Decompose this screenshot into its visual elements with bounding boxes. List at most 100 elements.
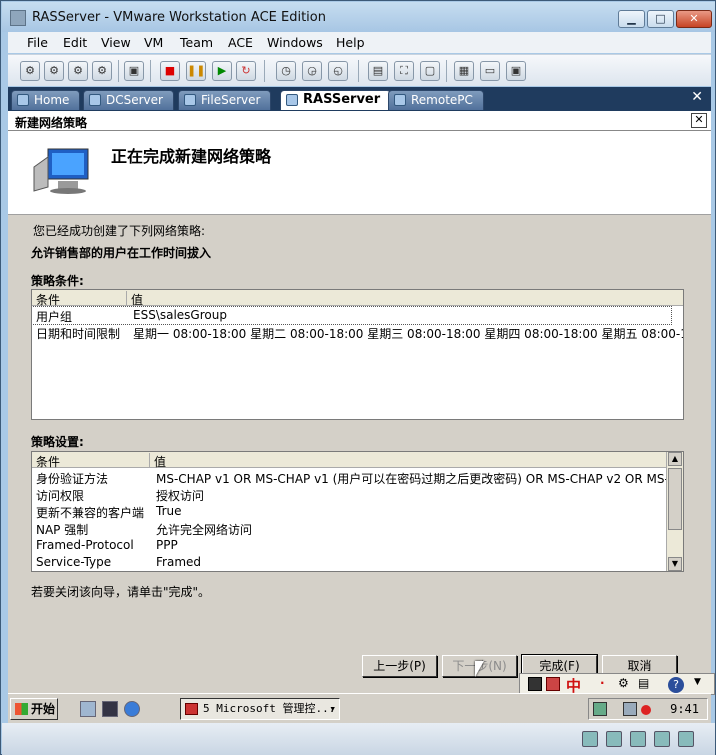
settings-row[interactable]: NAP 强制 允许完全网络访问 — [32, 520, 668, 537]
vm-console[interactable]: 新建网络策略 ✕ 正在完成新建网络策略 您已经成功创建了下列网络策略: 允许销售… — [8, 111, 711, 693]
home-icon — [17, 94, 29, 106]
menu-ace[interactable]: ACE — [228, 35, 253, 50]
sidebar-view-icon[interactable]: ▤ — [368, 61, 388, 81]
close-button[interactable]: ✕ — [676, 10, 712, 28]
settings-col-condition[interactable]: 条件 — [32, 453, 150, 469]
menu-windows[interactable]: Windows — [267, 35, 323, 50]
windows-logo-icon — [15, 703, 28, 715]
ime-toolbar[interactable]: 中 · ⚙ ▤ ? ▼ — [519, 673, 715, 695]
menu-edit[interactable]: Edit — [63, 35, 87, 50]
reset-icon[interactable]: ↻ — [236, 61, 256, 81]
fullscreen-icon[interactable]: ⛶ — [394, 61, 414, 81]
settings-label: 策略设置: — [31, 435, 84, 449]
display-icon[interactable] — [623, 702, 637, 716]
tool-icon-2[interactable]: ⚙ — [44, 61, 64, 81]
quick-switch-icon[interactable]: ▢ — [420, 61, 440, 81]
taskbar-mmc-button[interactable]: 5 Microsoft 管理控... ▾ — [180, 698, 340, 720]
vmware-window: RASServer - VMware Workstation ACE Editi… — [0, 0, 716, 755]
settings-row[interactable]: 访问权限 授权访问 — [32, 486, 668, 503]
wizard-header: 正在完成新建网络策略 — [8, 131, 711, 215]
menu-team[interactable]: Team — [180, 35, 213, 50]
settings-list[interactable]: 条件 值 身份验证方法 MS-CHAP v1 OR MS-CHAP v1 (用户可… — [31, 451, 684, 572]
error-icon[interactable] — [641, 705, 651, 715]
vm-icon — [184, 94, 196, 106]
play-icon[interactable]: ▶ — [212, 61, 232, 81]
close-tab-icon[interactable]: ✕ — [691, 89, 703, 105]
vm-icon — [286, 94, 298, 106]
policy-name: 允许销售部的用户在工作时间拔入 — [31, 246, 212, 260]
tab-dcserver[interactable]: DCServer — [83, 90, 174, 110]
scroll-thumb[interactable] — [668, 468, 682, 530]
scroll-up-icon[interactable]: ▲ — [668, 452, 682, 466]
menu-file[interactable]: File — [27, 35, 48, 50]
menu-help[interactable]: Help — [336, 35, 365, 50]
console-view-icon[interactable]: ▦ — [454, 61, 474, 81]
vmware-status-bar — [2, 723, 715, 755]
menu-bar: File Edit View VM Team ACE Windows Help — [8, 32, 711, 53]
wizard-heading: 正在完成新建网络策略 — [111, 147, 272, 166]
ime-grid-icon[interactable] — [528, 677, 542, 691]
intro-text: 您已经成功创建了下列网络策略: — [33, 224, 206, 238]
cmd-icon[interactable] — [102, 701, 118, 717]
settings-row[interactable]: Service-Type Framed — [32, 554, 668, 571]
conditions-list[interactable]: 条件 值 用户组 ESS\salesGroup 日期和时间限制 星期一 08:0… — [31, 289, 684, 420]
ime-expand-icon[interactable]: ▼ — [694, 677, 701, 687]
ime-logo-icon[interactable] — [546, 677, 560, 691]
appliance-view-icon[interactable]: ▣ — [506, 61, 526, 81]
ime-punct-icon[interactable]: · — [600, 676, 605, 690]
tool-icon-3[interactable]: ⚙ — [68, 61, 88, 81]
cd-icon[interactable] — [606, 731, 622, 747]
settings-row[interactable]: 更新不兼容的客户端 True — [32, 503, 668, 520]
pause-icon[interactable]: ❚❚ — [186, 61, 206, 81]
snapshot-take-icon[interactable]: ◷ — [276, 61, 296, 81]
menu-vm[interactable]: VM — [144, 35, 163, 50]
conditions-row[interactable]: 日期和时间限制 星期一 08:00-18:00 星期二 08:00-18:00 … — [32, 324, 683, 341]
power-off-icon[interactable]: ■ — [160, 61, 180, 81]
tool-icon-1[interactable]: ⚙ — [20, 61, 40, 81]
wizard-title-bar: 新建网络策略 ✕ — [8, 111, 711, 131]
tab-home[interactable]: Home — [11, 90, 81, 110]
maximize-button[interactable]: □ — [647, 10, 674, 28]
ie-icon[interactable] — [124, 701, 140, 717]
window-title: RASServer - VMware Workstation ACE Editi… — [32, 10, 326, 25]
mmc-icon — [185, 703, 198, 715]
ime-menu-icon[interactable]: ▤ — [638, 676, 649, 690]
conditions-label: 策略条件: — [31, 274, 84, 288]
clock: 9:41 — [670, 702, 699, 716]
tab-fileserver[interactable]: FileServer — [178, 90, 272, 110]
network-adapter-icon[interactable] — [630, 731, 646, 747]
wizard-title: 新建网络策略 — [15, 116, 88, 130]
footer-note: 若要关闭该向导，请单击"完成"。 — [31, 585, 211, 599]
minimize-button[interactable]: ▁ — [618, 10, 645, 28]
ime-softkbd-icon[interactable]: ⚙ — [618, 676, 629, 690]
conditions-row[interactable]: 用户组 ESS\salesGroup — [32, 306, 672, 325]
vm-icon — [89, 94, 101, 106]
server-manager-icon[interactable] — [80, 701, 96, 717]
snapshot-icon[interactable]: ▣ — [124, 61, 144, 81]
vmware-app-icon — [10, 10, 26, 26]
tool-icon-4[interactable]: ⚙ — [92, 61, 112, 81]
snapshot-manager-icon[interactable]: ◵ — [328, 61, 348, 81]
settings-row[interactable]: 身份验证方法 MS-CHAP v1 OR MS-CHAP v1 (用户可以在密码过… — [32, 469, 683, 486]
scroll-down-icon[interactable]: ▼ — [668, 557, 682, 571]
tab-rasserver[interactable]: RASServer — [280, 90, 392, 110]
conditions-col-condition[interactable]: 条件 — [32, 291, 127, 307]
wizard-close-button[interactable]: ✕ — [691, 113, 707, 128]
settings-scrollbar[interactable]: ▲ ▼ — [666, 452, 683, 571]
network-icon[interactable] — [593, 702, 607, 716]
vm-tab-bar: Home DCServer FileServer RASServer Remot… — [8, 87, 711, 111]
title-bar[interactable]: RASServer - VMware Workstation ACE Editi… — [2, 2, 715, 32]
hdd-icon[interactable] — [582, 731, 598, 747]
menu-view[interactable]: View — [101, 35, 131, 50]
tab-remotepc[interactable]: RemotePC — [388, 90, 484, 110]
back-button[interactable]: 上一步(P) — [362, 655, 437, 677]
settings-col-value[interactable]: 值 — [150, 453, 668, 469]
message-icon[interactable] — [678, 731, 694, 747]
start-button[interactable]: 开始 — [10, 698, 58, 720]
settings-row[interactable]: Framed-Protocol PPP — [32, 537, 668, 554]
snapshot-revert-icon[interactable]: ◶ — [302, 61, 322, 81]
summary-view-icon[interactable]: ▭ — [480, 61, 500, 81]
help-icon[interactable]: ? — [668, 677, 684, 693]
conditions-col-value[interactable]: 值 — [127, 291, 683, 307]
usb-icon[interactable] — [654, 731, 670, 747]
